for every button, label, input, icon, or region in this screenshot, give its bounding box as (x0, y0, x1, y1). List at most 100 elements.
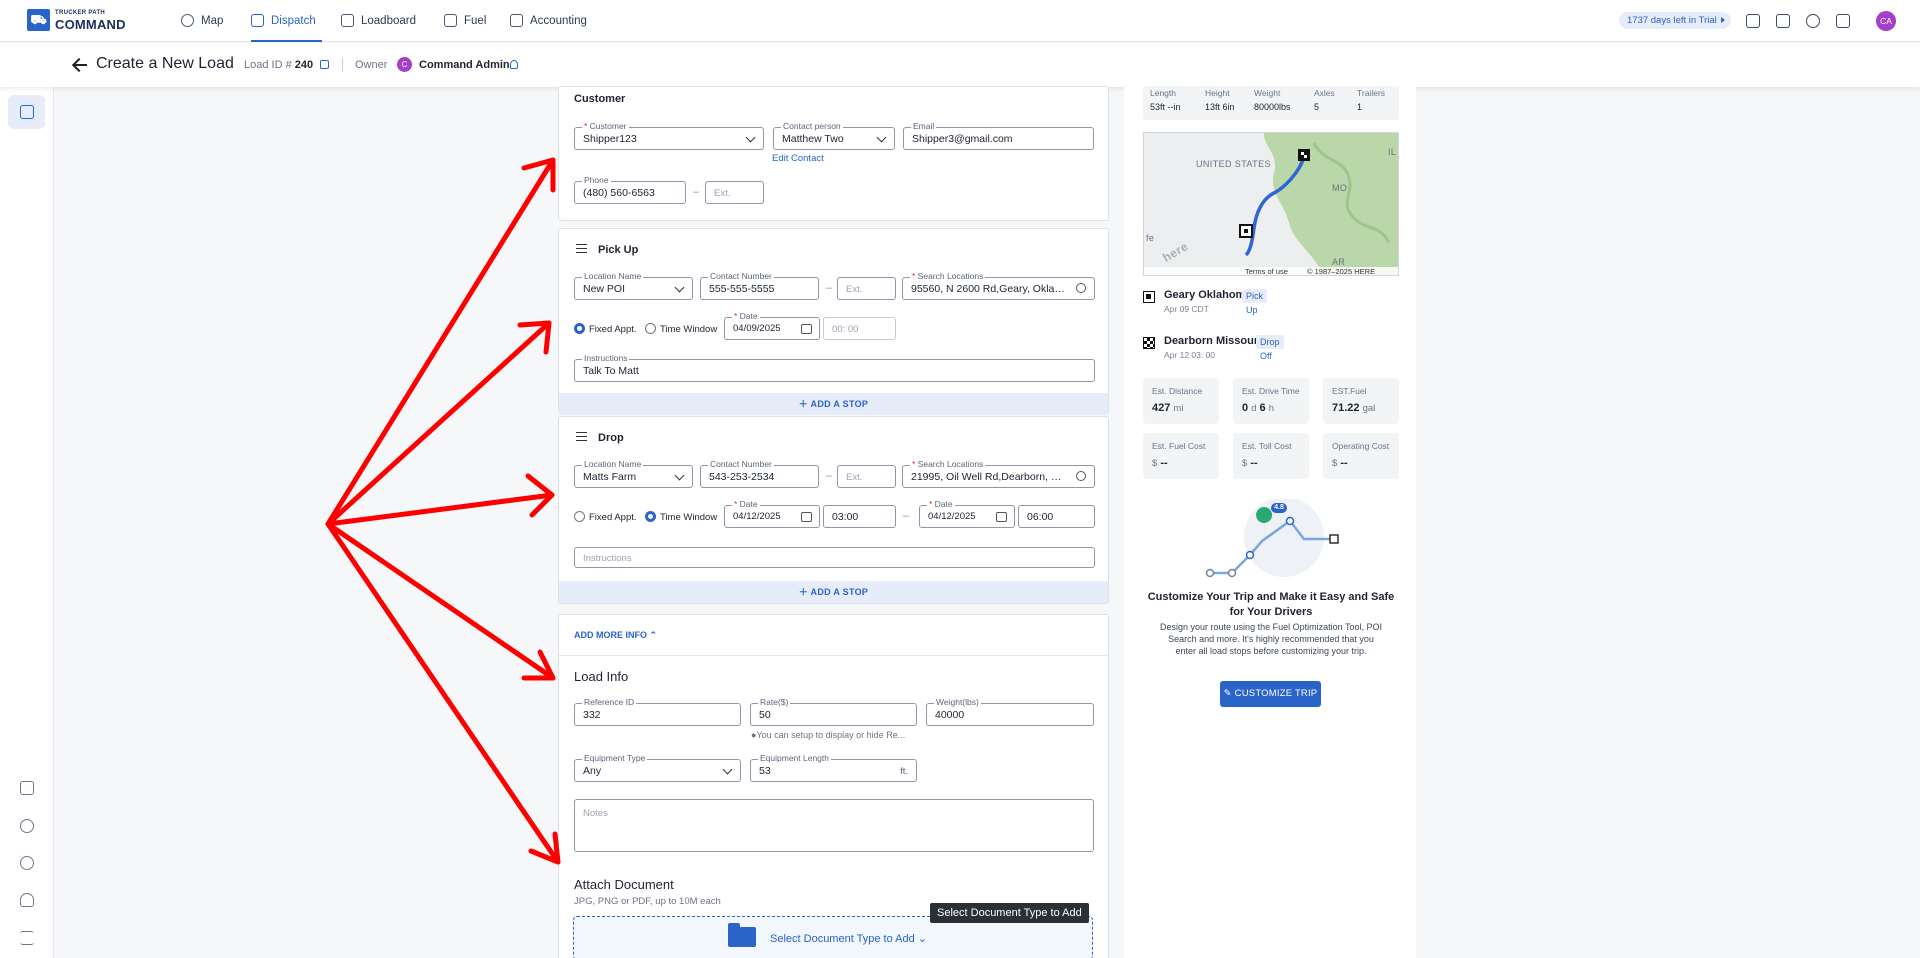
map-state-label: AR (1332, 257, 1346, 267)
collapse-menu-icon[interactable] (20, 931, 34, 945)
drop-search-label-text: Search Locations (917, 459, 984, 469)
map-terms-link[interactable]: Terms of use (1245, 267, 1288, 275)
select-document-type-button[interactable]: Select Document Type to Add ⌄ (770, 932, 927, 945)
dash-separator: – (826, 282, 833, 294)
pickup-instructions-field[interactable]: Instructions Talk To Matt (574, 353, 1095, 382)
customer-select[interactable]: * Customer Shipper123 (574, 121, 764, 150)
drop-end-time-field[interactable]: 06:00 (1018, 505, 1095, 528)
stat-value: $ -- (1152, 457, 1168, 469)
route-map[interactable]: UNITED STATES MO IL AR fe here Terms of … (1143, 132, 1399, 276)
equipment-type-select[interactable]: Equipment Type Any (574, 753, 741, 782)
customize-trip-button[interactable]: ✎ CUSTOMIZE TRIP (1220, 681, 1321, 707)
back-arrow-icon[interactable] (73, 58, 87, 72)
weight-value: 40000 (935, 709, 965, 721)
sidebar-item-loads[interactable] (8, 95, 45, 129)
pickup-date-field[interactable]: * Date 04/09/2025 (724, 311, 820, 340)
email-value: Shipper3@gmail.com (912, 133, 1013, 145)
nav-loadboard[interactable]: Loadboard (341, 0, 416, 42)
book-icon[interactable] (20, 781, 34, 795)
customer-card: Customer * Customer Shipper123 Contact p… (558, 86, 1109, 221)
nav-dispatch[interactable]: Dispatch (251, 0, 322, 42)
team-icon[interactable] (20, 819, 34, 833)
contact-person-value: Matthew Two (782, 133, 844, 145)
drop-end-date-field[interactable]: * Date 04/12/2025 (919, 499, 1015, 528)
reference-id-label: Reference ID (582, 697, 637, 707)
edit-contact-link[interactable]: Edit Contact (772, 153, 824, 164)
pickup-fixed-appt-radio[interactable] (574, 323, 585, 334)
box-icon (20, 105, 34, 119)
drag-handle-icon[interactable] (576, 432, 587, 441)
pickup-contact-number-field[interactable]: Contact Number 555-555-5555 (700, 271, 819, 300)
trucker-path-logo[interactable]: ⛟ TRUCKER PATH COMMAND (27, 9, 126, 32)
dash-separator: – (826, 470, 833, 482)
stat-operating-cost: Operating Cost $ -- (1323, 433, 1399, 479)
stat-value: 71.22 gal (1332, 402, 1375, 414)
phone-field[interactable]: Phone (480) 560-6563 (574, 175, 686, 204)
phone-value: (480) 560-6563 (583, 187, 655, 199)
help-icon[interactable] (20, 856, 34, 870)
pickup-date-value: 04/09/2025 (733, 323, 781, 334)
drop-location-select[interactable]: Location Name Matts Farm (574, 459, 693, 488)
logo-small-text: TRUCKER PATH (55, 10, 106, 16)
phone-icon[interactable] (1806, 14, 1820, 28)
user-avatar[interactable]: CA (1876, 11, 1896, 31)
stat-label: Operating Cost (1332, 441, 1390, 451)
fuel-icon (444, 14, 457, 27)
chevron-down-icon (722, 764, 733, 775)
pickup-ext-field[interactable]: Ext. (837, 277, 896, 300)
stat-unit: mi (1173, 403, 1184, 414)
pickup-time-window-radio[interactable] (645, 323, 656, 334)
edit-load-id-icon[interactable] (320, 60, 329, 69)
drop-contact-number-field[interactable]: Contact Number 543-253-2534 (700, 459, 819, 488)
equipment-length-field[interactable]: Equipment Length 53 ft. (750, 753, 917, 782)
pickup-add-stop-button[interactable]: ＋ ADD A STOP (559, 393, 1108, 415)
drop-start-time-field[interactable]: 03:00 (823, 505, 896, 528)
phone-ext-field[interactable]: Ext. (705, 181, 764, 204)
pickup-search-location-field[interactable]: * Search Locations 95560, N 2600 Rd,Gear… (902, 271, 1095, 300)
stop-date: Apr 09 CDT (1164, 304, 1209, 314)
nav-accounting[interactable]: Accounting (510, 0, 587, 42)
email-label: Email (911, 121, 937, 131)
apps-grid-icon[interactable] (1836, 14, 1850, 28)
rate-field[interactable]: Rate($) 50 (750, 697, 917, 726)
stat-value: 0 d 6 h (1242, 402, 1274, 414)
pickup-ext-placeholder: Ext. (846, 284, 863, 295)
stat-currency: $ (1152, 458, 1158, 469)
drop-ext-field[interactable]: Ext. (837, 465, 896, 488)
headset-icon[interactable] (20, 893, 34, 907)
reference-id-field[interactable]: Reference ID 332 (574, 697, 741, 726)
weight-field[interactable]: Weight(lbs) 40000 (926, 697, 1094, 726)
email-field[interactable]: Email Shipper3@gmail.com (903, 121, 1094, 150)
drop-instructions-field[interactable]: Instructions (574, 547, 1095, 568)
add-more-info-toggle[interactable]: ADD MORE INFO ⌃ (574, 630, 657, 641)
notes-textarea[interactable]: Notes (574, 799, 1094, 852)
pickup-time-placeholder: 00: 00 (832, 324, 859, 335)
change-owner-icon[interactable] (510, 60, 518, 69)
drop-time-window-radio[interactable] (645, 511, 656, 522)
nav-map[interactable]: Map (181, 0, 223, 42)
stat-currency: $ (1242, 458, 1248, 469)
equipment-length-label: Equipment Length (758, 753, 831, 763)
trial-badge[interactable]: 1737 days left in Trial (1619, 12, 1731, 29)
stat-number: 427 (1152, 402, 1171, 414)
drop-start-date-field[interactable]: * Date 04/12/2025 (724, 499, 820, 528)
stat-unit: h (1268, 403, 1275, 414)
drop-search-location-field[interactable]: * Search Locations 21995, Oil Well Rd,De… (902, 459, 1095, 488)
route-icon[interactable] (1746, 14, 1760, 28)
pickup-time-window-label: Time Window (660, 324, 718, 335)
drop-add-stop-button[interactable]: ＋ ADD A STOP (559, 581, 1108, 603)
nav-fuel[interactable]: Fuel (444, 0, 486, 42)
drop-contact-value: 543-253-2534 (709, 471, 775, 483)
drop-end-date-label: * Date (927, 499, 955, 509)
drag-handle-icon[interactable] (576, 244, 587, 253)
stat-number: 0 (1242, 402, 1249, 414)
stat-est-toll-cost: Est. Toll Cost $ -- (1233, 433, 1309, 479)
contact-person-select[interactable]: Contact person Matthew Two (773, 121, 895, 150)
pickup-time-field[interactable]: 00: 00 (823, 317, 896, 340)
pickup-location-select[interactable]: Location Name New POI (574, 271, 693, 300)
stat-unit: d (1251, 403, 1257, 414)
edit-icon: ✎ (1223, 688, 1235, 699)
spec-axles: Axles 5 (1314, 88, 1335, 112)
chat-icon[interactable] (1776, 14, 1790, 28)
drop-fixed-appt-radio[interactable] (574, 511, 585, 522)
